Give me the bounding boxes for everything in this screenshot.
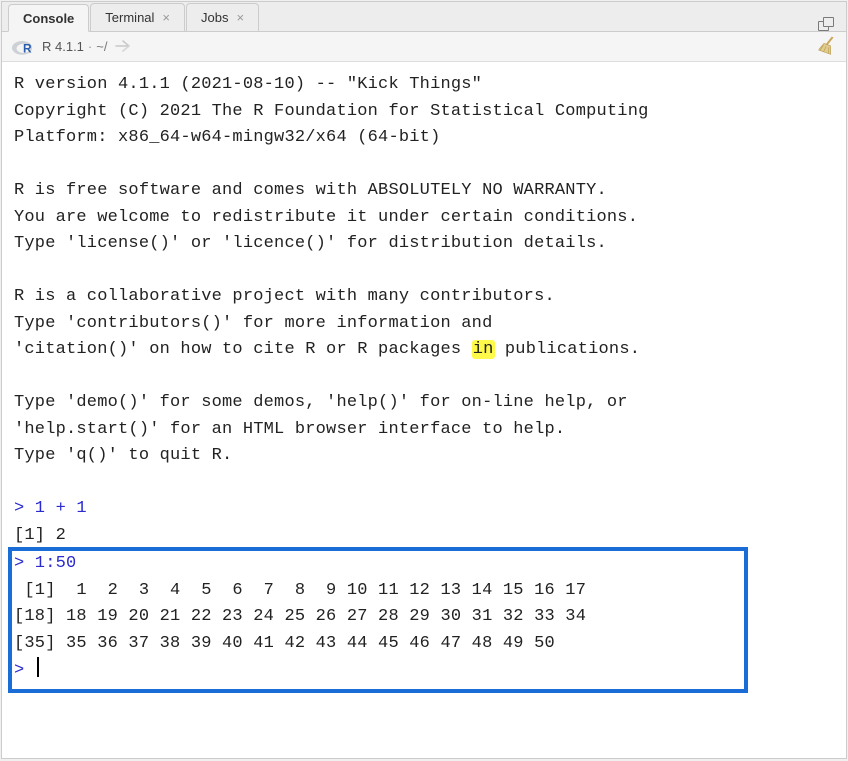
tab-terminal[interactable]: Terminal ×	[90, 3, 185, 31]
separator-dot: ·	[88, 39, 92, 54]
banner-line: publications.	[495, 340, 641, 359]
console-output-line: [1] 1 2 3 4 5 6 7 8 9 10 11 12 13 14 15 …	[14, 581, 586, 600]
console-output-line: [1] 2	[14, 526, 66, 545]
banner-line: R is a collaborative project with many c…	[14, 287, 555, 306]
r-logo-icon: R	[12, 38, 34, 56]
banner-line: R version 4.1.1 (2021-08-10) -- "Kick Th…	[14, 75, 482, 94]
close-icon[interactable]: ×	[162, 10, 170, 25]
console-info-bar: R R 4.1.1 · ~/	[2, 32, 846, 62]
console-input-line: > 1 + 1	[14, 499, 87, 518]
tab-label: Jobs	[201, 10, 228, 25]
console-pane: Console Terminal × Jobs × R R 4.1.1 · ~/	[1, 1, 847, 759]
banner-line: 'help.start()' for an HTML browser inter…	[14, 420, 565, 439]
go-arrow-icon[interactable]	[115, 39, 131, 55]
version-text: R 4.1.1	[42, 39, 84, 54]
tab-label: Console	[23, 11, 74, 26]
banner-line: You are welcome to redistribute it under…	[14, 208, 638, 227]
banner-line: Type 'q()' to quit R.	[14, 446, 232, 465]
console-output[interactable]: R version 4.1.1 (2021-08-10) -- "Kick Th…	[2, 62, 846, 758]
text-cursor	[37, 657, 39, 677]
clear-console-icon[interactable]	[817, 33, 840, 59]
console-output-line: [18] 18 19 20 21 22 23 24 25 26 27 28 29…	[14, 607, 586, 626]
banner-line: R is free software and comes with ABSOLU…	[14, 181, 607, 200]
r-version-label: R 4.1.1 · ~/	[42, 39, 107, 54]
working-dir-path[interactable]: ~/	[96, 39, 107, 54]
banner-line: Type 'demo()' for some demos, 'help()' f…	[14, 393, 628, 412]
highlight-box: > 1:50 [1] 1 2 3 4 5 6 7 8 9 10 11 12 13…	[8, 547, 748, 693]
tab-console[interactable]: Console	[8, 4, 89, 32]
console-prompt[interactable]: >	[14, 661, 35, 680]
svg-text:R: R	[23, 41, 32, 55]
tab-bar: Console Terminal × Jobs ×	[2, 2, 846, 32]
banner-line: Platform: x86_64-w64-mingw32/x64 (64-bit…	[14, 128, 440, 147]
popout-icon[interactable]	[818, 17, 834, 31]
console-input-line: > 1:50	[14, 554, 76, 573]
banner-line: Type 'contributors()' for more informati…	[14, 314, 492, 333]
highlighted-text: in	[472, 340, 495, 359]
banner-line: Copyright (C) 2021 The R Foundation for …	[14, 102, 649, 121]
banner-line: 'citation()' on how to cite R or R packa…	[14, 340, 472, 359]
console-text: R version 4.1.1 (2021-08-10) -- "Kick Th…	[14, 72, 834, 693]
tab-label: Terminal	[105, 10, 154, 25]
console-output-line: [35] 35 36 37 38 39 40 41 42 43 44 45 46…	[14, 634, 555, 653]
tab-jobs[interactable]: Jobs ×	[186, 3, 259, 31]
close-icon[interactable]: ×	[236, 10, 244, 25]
banner-line: Type 'license()' or 'licence()' for dist…	[14, 234, 607, 253]
